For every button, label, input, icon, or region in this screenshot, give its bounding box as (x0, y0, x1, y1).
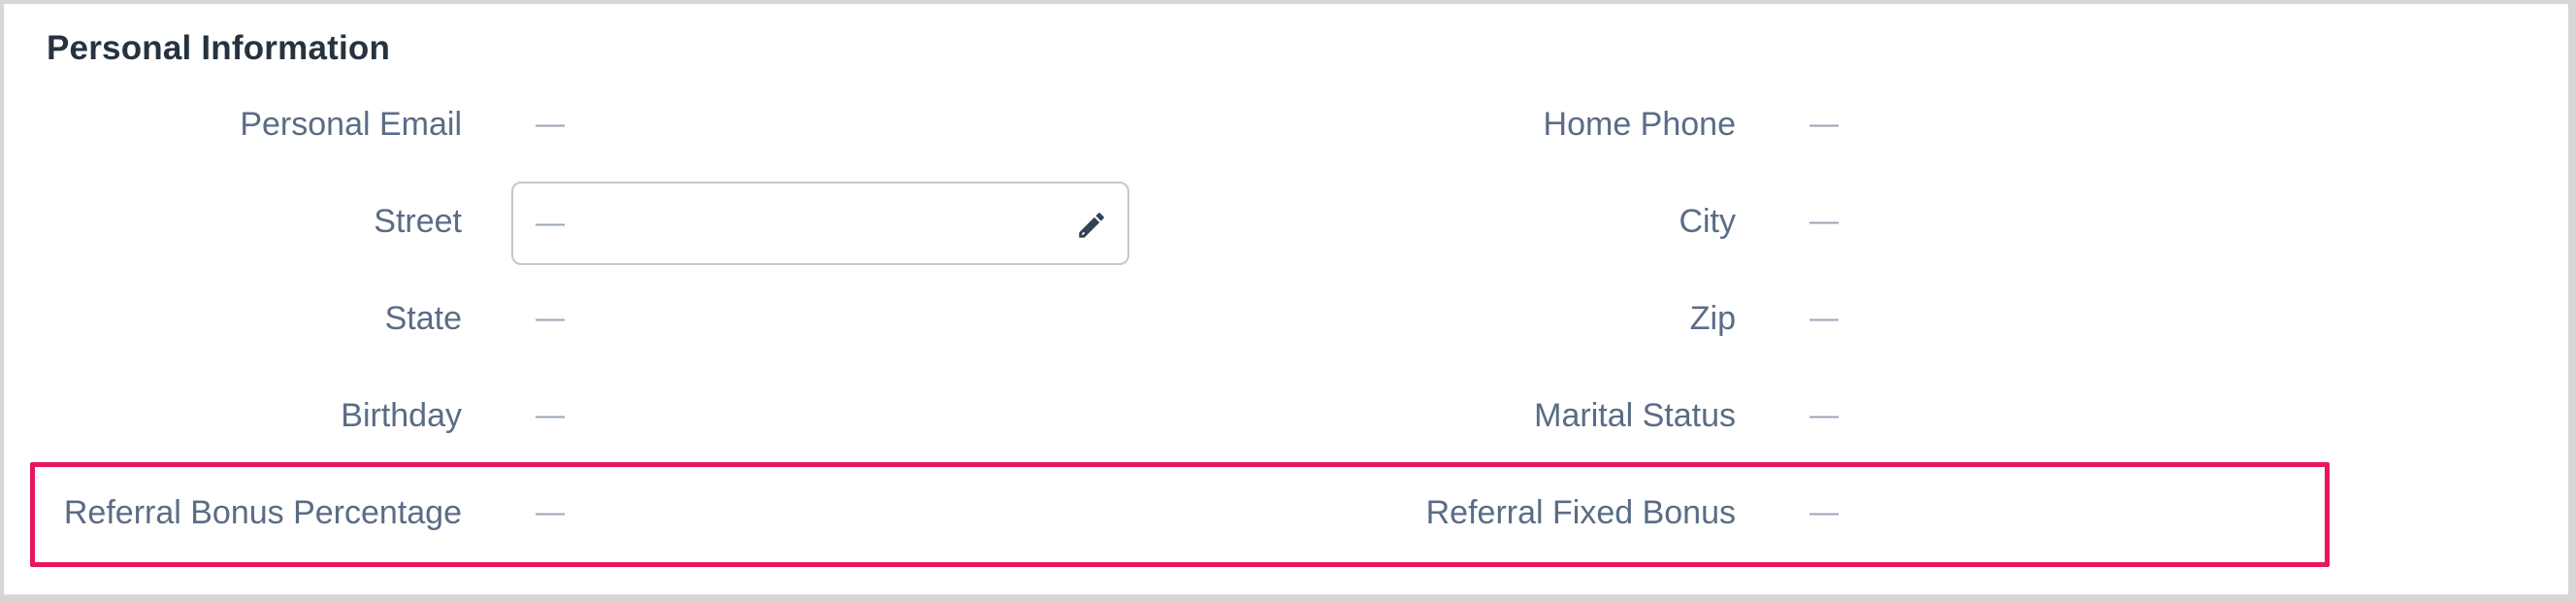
city-value[interactable]: — (1810, 202, 1839, 241)
personal-email-value[interactable]: — (536, 105, 565, 144)
street-field[interactable]: — (511, 182, 1129, 265)
referral-fixed-bonus-label: Referral Fixed Bonus (1425, 494, 1736, 531)
personal-information-panel: Personal Information Personal Email — Ho… (4, 4, 2568, 595)
birthday-value[interactable]: — (536, 396, 565, 435)
marital-status-label: Marital Status (1534, 397, 1736, 434)
city-label: City (1679, 203, 1736, 240)
state-value[interactable]: — (536, 299, 565, 338)
state-label: State (384, 300, 462, 337)
zip-label: Zip (1689, 300, 1736, 337)
referral-bonus-percentage-label: Referral Bonus Percentage (63, 494, 462, 531)
referral-bonus-percentage-value[interactable]: — (536, 493, 565, 532)
section-title: Personal Information (47, 29, 391, 67)
home-phone-value[interactable]: — (1810, 105, 1839, 144)
street-label: Street (374, 203, 462, 240)
home-phone-label: Home Phone (1543, 106, 1736, 143)
birthday-label: Birthday (341, 397, 462, 434)
referral-fixed-bonus-value[interactable]: — (1810, 493, 1839, 532)
zip-value[interactable]: — (1810, 299, 1839, 338)
marital-status-value[interactable]: — (1810, 396, 1839, 435)
pencil-icon[interactable] (1075, 209, 1108, 242)
street-value[interactable]: — (536, 204, 565, 243)
personal-email-label: Personal Email (240, 106, 462, 143)
